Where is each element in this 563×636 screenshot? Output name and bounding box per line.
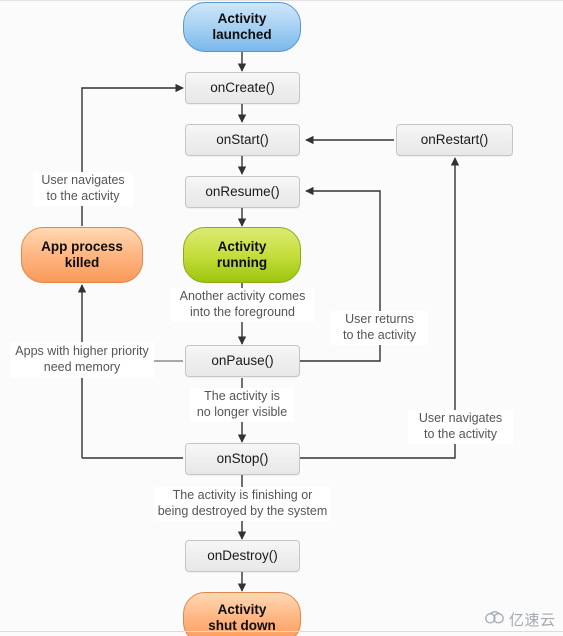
node-on-restart-label: onRestart() <box>420 132 489 148</box>
caption-apps-higher-priority: Apps with higher priority need memory <box>10 342 154 378</box>
activity-lifecycle-diagram: Activity launched onCreate() onStart() on… <box>0 0 563 636</box>
node-on-start-label: onStart() <box>216 132 269 148</box>
node-on-pause-label: onPause() <box>211 353 274 369</box>
node-on-destroy-label: onDestroy() <box>207 548 278 564</box>
cloud-icon <box>484 610 506 629</box>
node-activity-launched[interactable]: Activity launched <box>183 2 301 52</box>
caption-user-navigates-left: User navigates to the activity <box>33 172 133 206</box>
node-activity-running[interactable]: Activity running <box>183 227 301 283</box>
node-activity-shut-down[interactable]: Activity shut down <box>183 592 301 636</box>
node-on-create[interactable]: onCreate() <box>185 72 300 104</box>
node-activity-running-label: Activity running <box>216 239 268 270</box>
node-on-destroy[interactable]: onDestroy() <box>185 540 300 572</box>
caption-another-activity-foreground: Another activity comes into the foregroun… <box>171 288 314 322</box>
node-activity-shut-down-label: Activity shut down <box>208 602 276 633</box>
node-on-stop-label: onStop() <box>216 451 269 467</box>
node-on-resume[interactable]: onResume() <box>185 176 300 208</box>
node-on-create-label: onCreate() <box>210 80 275 96</box>
node-app-process-killed-label: App process killed <box>41 239 123 270</box>
caption-no-longer-visible: The activity is no longer visible <box>190 388 294 422</box>
node-on-pause[interactable]: onPause() <box>185 345 300 377</box>
node-on-restart[interactable]: onRestart() <box>396 124 513 156</box>
node-on-resume-label: onResume() <box>205 184 280 200</box>
caption-user-returns: User returns to the activity <box>331 311 428 345</box>
node-activity-launched-label: Activity launched <box>212 11 272 42</box>
caption-finishing-or-destroyed: The activity is finishing or being destro… <box>155 487 330 521</box>
watermark-text: 亿速云 <box>509 611 556 629</box>
node-on-stop[interactable]: onStop() <box>185 443 300 475</box>
caption-user-navigates-right: User navigates to the activity <box>408 410 513 444</box>
bottom-divider <box>0 631 563 632</box>
node-app-process-killed[interactable]: App process killed <box>21 227 143 283</box>
node-on-start[interactable]: onStart() <box>185 124 300 156</box>
watermark: 亿速云 <box>484 609 556 630</box>
